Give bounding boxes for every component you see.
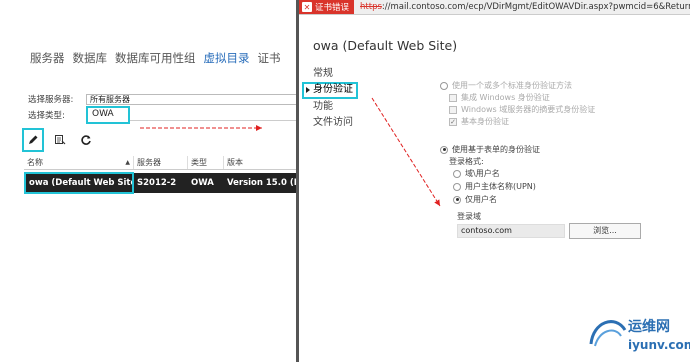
tab-dag[interactable]: 数据库可用性组	[115, 50, 196, 66]
toolbar	[22, 128, 96, 152]
menu-item-general[interactable]: 常规	[302, 66, 358, 82]
integrated-auth-checkbox[interactable]	[449, 93, 457, 102]
address-bar: ✕ 证书错误 https://mail.contoso.com/ecp/VDir…	[299, 0, 690, 15]
standard-auth-label: 使用一个或多个标准身份验证方法	[452, 81, 572, 90]
reset-button[interactable]	[50, 129, 70, 151]
watermark-logo-icon	[589, 320, 627, 347]
column-header-version[interactable]: 版本	[224, 156, 300, 169]
standard-auth-option[interactable]: 使用一个或多个标准身份验证方法	[440, 80, 572, 91]
server-filter: 选择服务器: 所有服务器	[28, 93, 298, 105]
basic-auth-checkbox[interactable]: ✓	[449, 117, 457, 126]
top-nav: 服务器 数据库 数据库可用性组 虚拟目录 证书	[30, 50, 281, 66]
url-path: ://mail.contoso.com/ecp/VDirMgmt/EditOWA…	[381, 2, 690, 12]
column-server-label: 服务器	[137, 158, 161, 167]
column-name-label: 名称	[27, 158, 43, 167]
menu-item-file-access[interactable]: 文件访问	[302, 115, 358, 131]
server-filter-label: 选择服务器:	[28, 95, 74, 105]
logon-format-username-radio[interactable]	[453, 195, 461, 204]
logon-format-username[interactable]: 仅用户名	[453, 194, 497, 205]
logon-format-upn-radio[interactable]	[453, 182, 461, 191]
table-row[interactable]: owa (Default Web Site) S2012-2 OWA Versi…	[24, 171, 300, 194]
standard-auth-radio[interactable]	[440, 81, 448, 90]
row-name: owa (Default Web Site)	[24, 171, 134, 194]
grid-header: 名称 ▲ 服务器 类型 版本	[24, 156, 300, 170]
certificate-error-badge[interactable]: ✕ 证书错误	[299, 0, 355, 14]
side-menu: 常规 身份验证 功能 文件访问	[302, 66, 358, 131]
browse-button[interactable]: 浏览...	[569, 223, 641, 239]
watermark-top-text: 运维网	[628, 319, 670, 335]
type-select-extent	[130, 110, 298, 121]
logon-domain-field[interactable]: contoso.com	[457, 224, 565, 238]
column-header-type[interactable]: 类型	[188, 156, 224, 169]
logon-format-domain-user-radio[interactable]	[453, 169, 461, 178]
type-select[interactable]: OWA	[86, 106, 130, 124]
virtual-directory-grid: 名称 ▲ 服务器 类型 版本 owa (Default Web Site) S2…	[24, 156, 300, 194]
watermark-bottom-text: iyunv.com	[628, 338, 690, 352]
close-icon: ✕	[302, 2, 312, 12]
page-title: owa (Default Web Site)	[313, 38, 458, 53]
digest-auth-checkbox[interactable]	[449, 105, 457, 114]
forms-auth-radio[interactable]	[440, 145, 448, 154]
type-filter-label: 选择类型:	[28, 111, 65, 121]
basic-auth-label: 基本身份验证	[461, 117, 509, 126]
refresh-button[interactable]	[76, 129, 96, 151]
tab-servers[interactable]: 服务器	[30, 50, 65, 66]
edit-vdir-window: ✕ 证书错误 https://mail.contoso.com/ecp/VDir…	[296, 0, 690, 362]
refresh-icon	[81, 135, 91, 145]
integrated-auth-option[interactable]: 集成 Windows 身份验证	[449, 92, 550, 103]
certificate-error-label: 证书错误	[315, 3, 350, 13]
eac-page: 服务器 数据库 数据库可用性组 虚拟目录 证书 选择服务器: 所有服务器 选择类…	[0, 0, 300, 362]
row-type: OWA	[191, 178, 214, 188]
column-header-server[interactable]: 服务器	[134, 156, 188, 169]
server-select[interactable]: 所有服务器	[86, 93, 298, 105]
row-version: Version 15.0 (Bu	[227, 178, 300, 188]
type-filter: 选择类型: OWA	[28, 106, 298, 124]
forms-auth-label: 使用基于表单的身份验证	[452, 145, 540, 154]
integrated-auth-label: 集成 Windows 身份验证	[461, 93, 550, 102]
tab-virtual-directories[interactable]: 虚拟目录	[204, 50, 250, 66]
digest-auth-option[interactable]: Windows 域服务器的摘要式身份验证	[449, 104, 595, 115]
menu-item-features[interactable]: 功能	[302, 99, 358, 115]
row-server: S2012-2	[137, 178, 177, 188]
menu-item-authentication[interactable]: 身份验证	[302, 82, 358, 99]
forms-auth-option[interactable]: 使用基于表单的身份验证	[440, 144, 540, 155]
tab-databases[interactable]: 数据库	[73, 50, 108, 66]
column-version-label: 版本	[227, 158, 243, 167]
column-type-label: 类型	[191, 158, 207, 167]
reset-icon	[55, 135, 66, 145]
sort-asc-icon: ▲	[125, 159, 130, 166]
tab-certificates[interactable]: 证书	[258, 50, 281, 66]
url-text[interactable]: https://mail.contoso.com/ecp/VDirMgmt/Ed…	[354, 2, 690, 12]
logon-format-domain-user-label: 域\用户名	[465, 169, 500, 178]
digest-auth-label: Windows 域服务器的摘要式身份验证	[461, 105, 596, 114]
column-header-name[interactable]: 名称 ▲	[24, 156, 134, 169]
basic-auth-option[interactable]: ✓ 基本身份验证	[449, 116, 509, 127]
url-protocol: https	[360, 2, 382, 12]
logon-format-domain-user[interactable]: 域\用户名	[453, 168, 500, 179]
logon-domain-label: 登录域	[457, 212, 481, 221]
logon-format-username-label: 仅用户名	[465, 195, 497, 204]
edit-button[interactable]	[22, 128, 44, 152]
logon-format-upn[interactable]: 用户主体名称(UPN)	[453, 181, 536, 192]
logon-format-upn-label: 用户主体名称(UPN)	[465, 182, 536, 191]
logon-format-label: 登录格式:	[449, 157, 484, 166]
edit-icon	[29, 135, 38, 144]
